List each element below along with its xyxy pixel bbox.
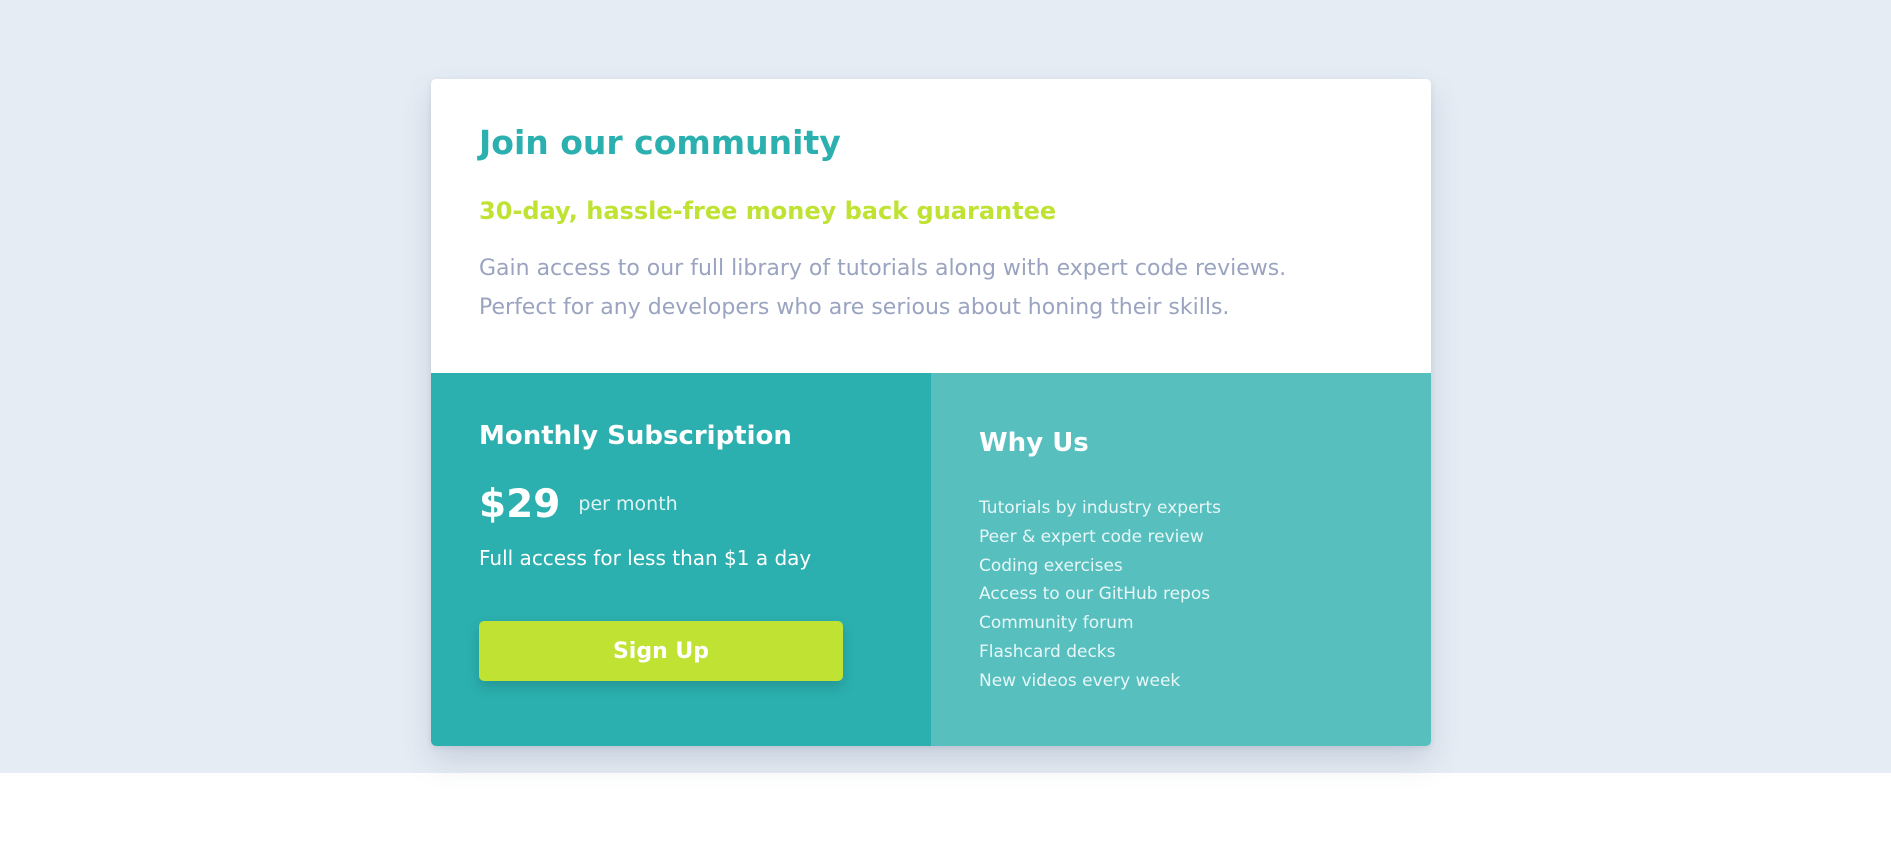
benefit-item: Community forum [979, 613, 1134, 634]
card-description: Gain access to our full library of tutor… [479, 256, 1287, 320]
sign-up-button[interactable]: Sign Up [479, 621, 843, 681]
benefit-item: Coding exercises [979, 555, 1123, 576]
benefit-item: Flashcard decks [979, 641, 1116, 662]
community-section: Join our community 30-day, hassle-free m… [431, 79, 1431, 373]
price-period: per month [578, 493, 678, 515]
pricing-card: Join our community 30-day, hassle-free m… [431, 79, 1431, 746]
subscription-panel: Monthly Subscription $29 per month Full … [431, 373, 931, 746]
benefit-item: Access to our GitHub repos [979, 584, 1211, 605]
why-us-panel: Why Us Tutorials by industry experts Pee… [931, 373, 1431, 746]
subscription-title: Monthly Subscription [479, 421, 792, 451]
benefit-item: New videos every week [979, 670, 1181, 691]
why-us-title: Why Us [979, 428, 1089, 458]
price-value: $29 [479, 482, 561, 527]
price-note: Full access for less than $1 a day [479, 546, 812, 570]
card-title: Join our community [479, 123, 841, 162]
benefit-item: Tutorials by industry experts [979, 498, 1222, 518]
guarantee-text: 30-day, hassle-free money back guarantee [479, 197, 1057, 225]
benefit-item: Peer & expert code review [979, 526, 1204, 547]
benefits-list: Tutorials by industry experts Peer & exp… [979, 494, 1221, 696]
price-row: $29 per month [479, 485, 678, 524]
